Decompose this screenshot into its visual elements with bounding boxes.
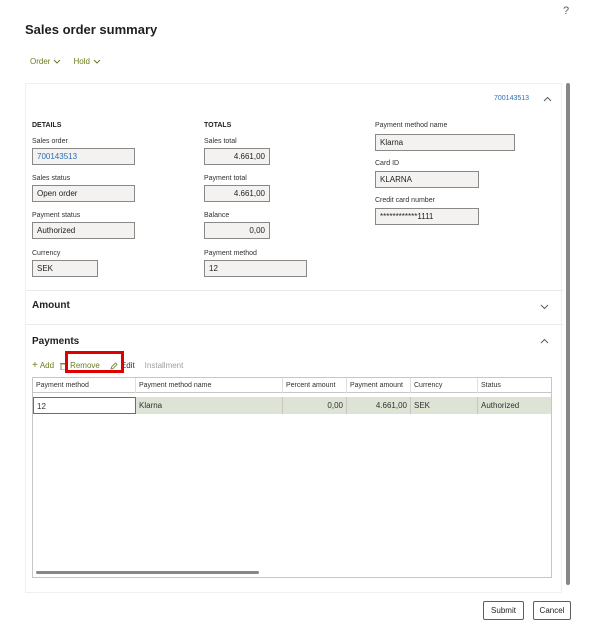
column-header[interactable]: Payment method — [33, 378, 136, 393]
payment-method-field[interactable]: 12 — [204, 260, 307, 277]
column-header[interactable]: Status — [478, 378, 551, 393]
menu-order[interactable]: Order — [30, 57, 61, 66]
sales-order-label: Sales order — [32, 138, 68, 145]
page-title: Sales order summary — [25, 22, 158, 37]
vertical-scrollbar[interactable] — [566, 83, 570, 585]
card-id-field[interactable]: KLARNA — [375, 171, 479, 188]
chevron-down-icon[interactable] — [540, 304, 549, 310]
sales-total-field[interactable]: 4.661,00 — [204, 148, 270, 165]
add-button[interactable]: + Add — [32, 360, 54, 371]
amount-section-header[interactable]: Amount — [26, 290, 563, 324]
percent-amount-cell[interactable]: 0,00 — [283, 397, 347, 414]
payments-section-title: Payments — [32, 336, 80, 347]
menu-order-label: Order — [30, 57, 51, 66]
header-order-link[interactable]: 700143513 — [494, 95, 529, 102]
help-icon[interactable]: ? — [563, 5, 569, 17]
payment-method-cell[interactable]: 12 — [33, 397, 136, 414]
table-row[interactable]: 12 Klarna 0,00 4.661,00 SEK Authorized — [33, 397, 551, 414]
balance-label: Balance — [204, 212, 230, 219]
payment-method-name-field[interactable]: Klarna — [375, 134, 515, 151]
sales-status-field[interactable]: Open order — [32, 185, 135, 202]
chevron-up-icon[interactable] — [543, 96, 552, 102]
chevron-down-icon — [54, 59, 61, 64]
currency-field[interactable]: SEK — [32, 260, 98, 277]
horizontal-scrollbar[interactable] — [36, 571, 259, 574]
payment-total-field[interactable]: 4.661,00 — [204, 185, 270, 202]
payment-method-name-label: Payment method name — [375, 122, 448, 129]
credit-card-number-label: Credit card number — [375, 197, 435, 204]
amount-section-title: Amount — [32, 300, 70, 311]
installment-button[interactable]: Installment — [145, 361, 184, 370]
column-header[interactable]: Payment amount — [347, 378, 411, 393]
menu-hold[interactable]: Hold — [73, 57, 101, 66]
currency-label: Currency — [32, 250, 61, 257]
payment-amount-cell[interactable]: 4.661,00 — [347, 397, 411, 414]
highlight-box — [65, 351, 124, 373]
payment-status-label: Payment status — [32, 212, 81, 219]
chevron-up-icon[interactable] — [540, 338, 549, 344]
sales-total-label: Sales total — [204, 138, 237, 145]
column-header[interactable]: Percent amount — [283, 378, 347, 393]
currency-cell[interactable]: SEK — [411, 397, 478, 414]
sales-order-field[interactable]: 700143513 — [32, 148, 135, 165]
payments-section-header[interactable]: Payments — [26, 324, 563, 354]
credit-card-number-field[interactable]: ************1111 — [375, 208, 479, 225]
action-menu: Order Hold — [30, 57, 101, 66]
payment-total-label: Payment total — [204, 175, 247, 182]
balance-field[interactable]: 0,00 — [204, 222, 270, 239]
submit-button[interactable]: Submit — [483, 601, 524, 620]
payment-status-field[interactable]: Authorized — [32, 222, 135, 239]
payments-grid: Payment method Payment method name Perce… — [32, 377, 552, 578]
status-cell[interactable]: Authorized — [478, 397, 551, 414]
chevron-down-icon — [93, 59, 101, 64]
details-heading: DETAILS — [32, 122, 62, 129]
cancel-button[interactable]: Cancel — [533, 601, 571, 620]
plus-icon: + — [32, 360, 38, 371]
column-header[interactable]: Payment method name — [136, 378, 283, 393]
menu-hold-label: Hold — [73, 57, 90, 66]
payment-method-name-cell[interactable]: Klarna — [136, 397, 283, 414]
add-label: Add — [39, 361, 55, 370]
card-id-label: Card ID — [375, 160, 400, 167]
grid-header: Payment method Payment method name Perce… — [33, 378, 551, 393]
column-header[interactable]: Currency — [411, 378, 478, 393]
totals-heading: TOTALS — [204, 122, 232, 129]
sales-status-label: Sales status — [32, 175, 71, 182]
payment-method-label: Payment method — [204, 250, 257, 257]
